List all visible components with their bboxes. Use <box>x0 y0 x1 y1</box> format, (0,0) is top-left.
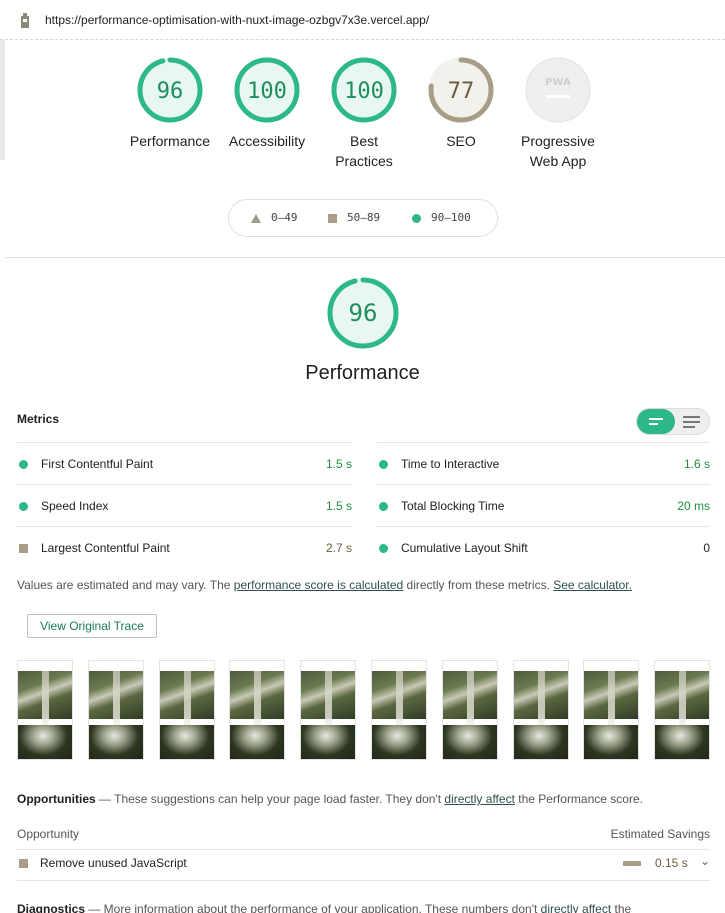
lighthouse-icon <box>21 13 29 28</box>
pass-icon <box>19 502 28 511</box>
score-text: 100 <box>247 79 287 104</box>
performance-gauge: 96 <box>313 275 413 354</box>
filmstrip-frame <box>441 660 498 760</box>
legend-average: 50–89 <box>328 211 380 224</box>
savings-bar <box>623 861 641 866</box>
column-opportunity: Opportunity <box>17 827 80 841</box>
score-ring: 100 <box>234 57 300 123</box>
square-icon <box>328 213 337 223</box>
filmstrip <box>17 660 717 760</box>
score-text: 77 <box>448 79 475 104</box>
metrics-heading: Metrics <box>17 412 60 426</box>
score-calculation-link[interactable]: performance score is calculated <box>234 578 403 592</box>
opportunities-column-headers: Opportunity Estimated Savings <box>17 827 710 841</box>
filmstrip-frame <box>654 660 711 760</box>
metric-speed-index: Speed Index 1.5 s <box>17 484 352 526</box>
score-ring: 96 <box>327 277 399 349</box>
pass-icon <box>379 460 388 469</box>
url-bar[interactable]: https://performance-optimisation-with-nu… <box>0 0 725 40</box>
gauge-accessibility[interactable]: 100 Accessibility <box>217 55 317 151</box>
column-estimated-savings: Estimated Savings <box>610 827 710 841</box>
page-url[interactable]: https://performance-optimisation-with-nu… <box>45 13 429 27</box>
filmstrip-frame <box>300 660 357 760</box>
circle-icon <box>412 213 421 223</box>
gauge-performance[interactable]: 96 Performance <box>120 55 220 151</box>
legend-fail: 0–49 <box>251 211 298 224</box>
gauge-label: Performance <box>129 133 211 149</box>
triangle-icon <box>251 213 261 223</box>
diagnostics-header: Diagnostics — More information about the… <box>17 902 631 913</box>
metrics-view-toggle[interactable] <box>636 408 710 435</box>
opportunities-header: Opportunities — These suggestions can he… <box>17 792 643 806</box>
see-calculator-link[interactable]: See calculator. <box>553 578 632 592</box>
score-text: 96 <box>157 79 184 104</box>
gauge-label: Best Practices <box>335 133 393 169</box>
filmstrip-frame <box>512 660 569 760</box>
filmstrip-frame <box>229 660 286 760</box>
average-icon <box>19 544 28 553</box>
pwa-badge-icon: PWA <box>525 57 591 123</box>
gauge-best-practices[interactable]: 100 Best Practices <box>314 55 414 171</box>
metric-total-blocking-time: Total Blocking Time 20 ms <box>377 484 710 526</box>
score-ring: 100 <box>331 57 397 123</box>
score-scale-legend: 0–49 50–89 90–100 <box>228 199 498 237</box>
gauge-seo[interactable]: 77 SEO <box>411 55 511 151</box>
metric-first-contentful-paint: First Contentful Paint 1.5 s <box>17 442 352 484</box>
score-text: 100 <box>344 79 384 104</box>
pass-icon <box>19 460 28 469</box>
section-divider <box>5 257 725 258</box>
metric-time-to-interactive: Time to Interactive 1.6 s <box>377 442 710 484</box>
gauge-label: Progressive Web App <box>521 133 595 169</box>
metrics-right-column: Time to Interactive 1.6 s Total Blocking… <box>377 442 710 568</box>
row-divider <box>17 880 710 881</box>
metric-largest-contentful-paint: Largest Contentful Paint 2.7 s <box>17 526 352 568</box>
pass-icon <box>379 502 388 511</box>
score-ring: 77 <box>428 57 494 123</box>
directly-affect-link[interactable]: directly affect <box>444 792 514 806</box>
gauge-label: Accessibility <box>228 133 306 149</box>
filmstrip-frame <box>371 660 427 760</box>
gauge-pwa[interactable]: PWA Progressive Web App <box>508 55 608 171</box>
compact-view-icon[interactable] <box>637 409 675 434</box>
filmstrip-frame <box>583 660 640 760</box>
pwa-text: PWA <box>545 77 571 88</box>
filmstrip-frame <box>17 660 73 760</box>
legend-pass: 90–100 <box>412 211 471 224</box>
chevron-down-icon[interactable]: ⌄ <box>700 854 710 868</box>
score-ring: 96 <box>137 57 203 123</box>
row-divider <box>17 849 710 850</box>
score-text: 96 <box>349 299 378 327</box>
pass-icon <box>379 544 388 553</box>
directly-affect-link[interactable]: directly affect <box>541 902 611 913</box>
filmstrip-frame <box>158 660 215 760</box>
expanded-view-icon[interactable] <box>677 409 710 434</box>
metrics-note: Values are estimated and may vary. The p… <box>17 578 632 592</box>
metric-cumulative-layout-shift: Cumulative Layout Shift 0 <box>377 526 710 568</box>
view-original-trace-button[interactable]: View Original Trace <box>27 614 157 638</box>
opportunity-remove-unused-javascript[interactable]: Remove unused JavaScript 0.15 s ⌄ <box>17 854 710 880</box>
metrics-left-column: First Contentful Paint 1.5 s Speed Index… <box>17 442 352 568</box>
gauge-label: SEO <box>446 133 476 149</box>
section-title: Performance <box>305 362 420 384</box>
category-gauges: 96 Performance 100 Accessibility 100 Bes… <box>0 55 725 185</box>
filmstrip-frame <box>87 660 144 760</box>
average-icon <box>19 859 28 868</box>
